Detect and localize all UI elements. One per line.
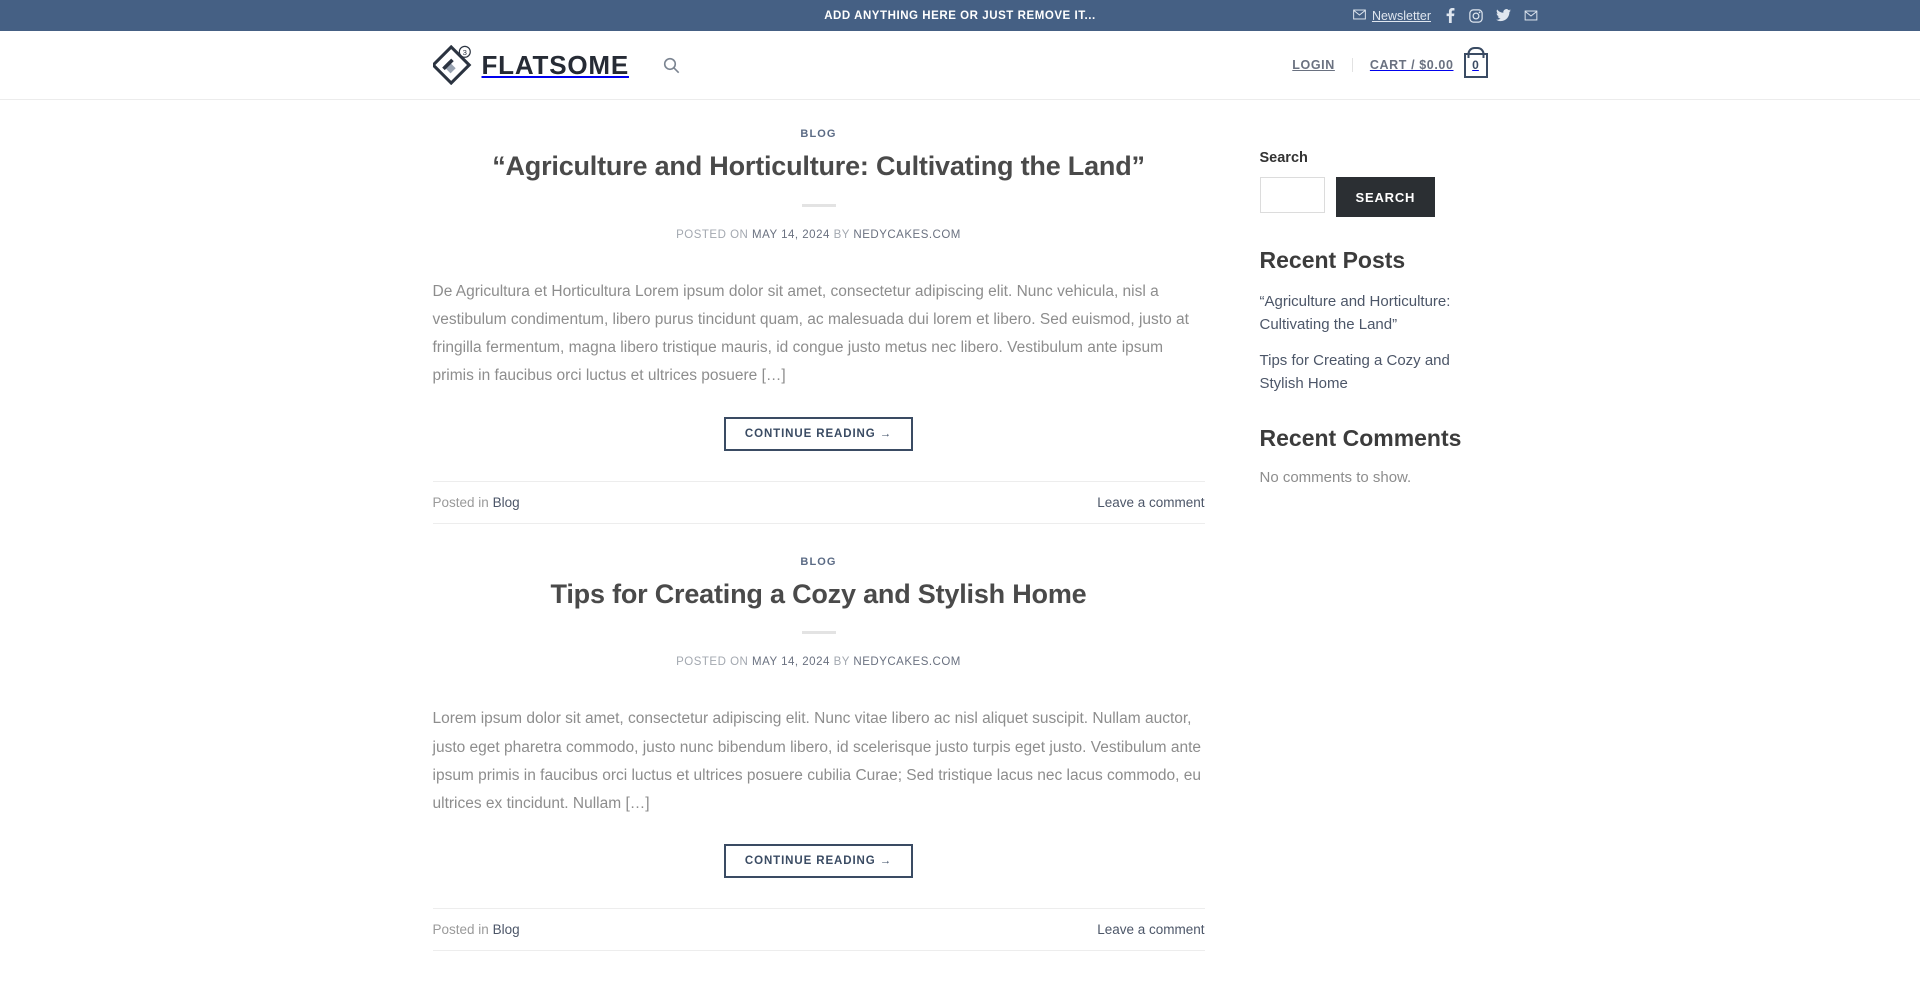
sidebar: Search SEARCH Recent Posts “Agriculture … <box>1259 128 1488 953</box>
topbar-right-group: Newsletter <box>1353 0 1538 31</box>
instagram-icon[interactable] <box>1469 8 1483 23</box>
posted-in-term-link[interactable]: Blog <box>493 922 520 937</box>
search-widget: Search SEARCH <box>1259 150 1488 217</box>
posted-in: Posted in Blog <box>433 922 520 937</box>
brand-group: 3 FLATSOME <box>430 44 680 86</box>
search-submit-button[interactable]: SEARCH <box>1335 177 1436 217</box>
blog-post: BLOG “Agriculture and Horticulture: Cult… <box>432 128 1205 526</box>
cart-count-badge: 0 <box>1472 58 1479 72</box>
search-input[interactable] <box>1259 177 1325 213</box>
post-title-link[interactable]: “Agriculture and Horticulture: Cultivati… <box>492 151 1145 181</box>
search-form: SEARCH <box>1259 177 1488 217</box>
title-divider <box>801 203 836 207</box>
post-excerpt: Lorem ipsum dolor sit amet, consectetur … <box>432 710 1202 812</box>
recent-posts-widget: Recent Posts “Agriculture and Horticultu… <box>1260 247 1488 395</box>
twitter-icon[interactable] <box>1496 9 1511 22</box>
search-widget-label: Search <box>1259 150 1308 166</box>
posted-in-prefix: Posted in <box>432 494 489 510</box>
logo-wordmark: FLATSOME <box>481 49 629 80</box>
recent-posts-title: Recent Posts <box>1259 247 1406 273</box>
leave-comment-link[interactable]: Leave a comment <box>1097 922 1204 937</box>
posted-in: Posted in Blog <box>433 495 520 510</box>
posted-in-term-link[interactable]: Blog <box>493 495 520 510</box>
post-title-link[interactable]: Tips for Creating a Cozy and Stylish Hom… <box>551 579 1087 609</box>
post-meta: POSTED ON MAY 14, 2024 BY NEDYCAKES.COM <box>433 656 1205 668</box>
search-icon[interactable] <box>663 57 680 74</box>
post-action-row: CONTINUE READING → <box>433 416 1205 451</box>
cart-total-label: CART / $0.00 <box>1369 58 1454 72</box>
recent-post-link[interactable]: “Agriculture and Horticulture: Cultivati… <box>1260 293 1451 333</box>
site-logo[interactable]: 3 FLATSOME <box>430 44 629 86</box>
social-icon-group <box>1445 8 1538 23</box>
newsletter-link[interactable]: Newsletter <box>1353 8 1431 24</box>
post-meta-by: BY <box>833 228 850 241</box>
site-header: 3 FLATSOME LOGIN CART / $0.00 0 <box>0 31 1920 100</box>
login-link[interactable]: LOGIN <box>1292 58 1353 72</box>
post-meta: POSTED ON MAY 14, 2024 BY NEDYCAKES.COM <box>433 229 1205 241</box>
no-comments-text: No comments to show. <box>1259 469 1412 486</box>
recent-posts-list: “Agriculture and Horticulture: Cultivati… <box>1260 291 1488 395</box>
envelope-icon <box>1353 8 1366 24</box>
post-title: Tips for Creating a Cozy and Stylish Hom… <box>433 578 1205 612</box>
blog-post: BLOG Tips for Creating a Cozy and Stylis… <box>432 556 1205 954</box>
logo-badge-text: 3 <box>462 48 466 57</box>
flatsome-diamond-icon: 3 <box>430 44 473 86</box>
shopping-bag-icon: 0 <box>1463 52 1488 78</box>
post-author: NEDYCAKES.COM <box>853 228 961 241</box>
post-meta-by: BY <box>833 656 850 669</box>
post-excerpt: De Agricultura et Horticultura Lorem ips… <box>432 282 1189 385</box>
post-author: NEDYCAKES.COM <box>853 656 961 669</box>
email-icon[interactable] <box>1524 9 1538 22</box>
recent-comments-title: Recent Comments <box>1259 425 1462 451</box>
post-date: MAY 14, 2024 <box>752 228 830 241</box>
post-footer: Posted in Blog Leave a comment <box>432 908 1205 952</box>
cart-link[interactable]: CART / $0.00 0 <box>1353 52 1488 78</box>
post-category: BLOG <box>433 556 1205 568</box>
newsletter-label: Newsletter <box>1371 8 1431 23</box>
post-category-link[interactable]: BLOG <box>800 556 836 568</box>
post-footer: Posted in Blog Leave a comment <box>432 480 1205 524</box>
announcement-text: ADD ANYTHING HERE OR JUST REMOVE IT... <box>824 9 1096 22</box>
header-right-group: LOGIN CART / $0.00 0 <box>1292 52 1488 78</box>
posted-in-prefix: Posted in <box>432 922 489 938</box>
recent-post-link[interactable]: Tips for Creating a Cozy and Stylish Hom… <box>1260 352 1450 392</box>
top-announcement-bar: ADD ANYTHING HERE OR JUST REMOVE IT... N… <box>0 0 1920 31</box>
list-item: Tips for Creating a Cozy and Stylish Hom… <box>1260 350 1488 395</box>
leave-comment-link[interactable]: Leave a comment <box>1097 495 1204 510</box>
title-divider <box>801 631 836 635</box>
post-meta-prefix: POSTED ON <box>676 228 749 241</box>
post-action-row: CONTINUE READING → <box>433 844 1205 879</box>
blog-post-list: BLOG “Agriculture and Horticulture: Cult… <box>432 128 1205 954</box>
post-category-link[interactable]: BLOG <box>800 128 836 140</box>
post-title: “Agriculture and Horticulture: Cultivati… <box>433 150 1205 184</box>
post-spacer <box>433 526 1205 556</box>
continue-reading-button[interactable]: CONTINUE READING → <box>723 416 914 451</box>
continue-reading-button[interactable]: CONTINUE READING → <box>723 844 914 879</box>
post-category: BLOG <box>433 128 1205 140</box>
recent-comments-widget: Recent Comments No comments to show. <box>1260 425 1488 486</box>
post-meta-prefix: POSTED ON <box>676 656 749 669</box>
page-body: BLOG “Agriculture and Horticulture: Cult… <box>432 100 1488 954</box>
list-item: “Agriculture and Horticulture: Cultivati… <box>1260 291 1488 336</box>
facebook-icon[interactable] <box>1445 8 1456 23</box>
post-date: MAY 14, 2024 <box>752 656 830 669</box>
